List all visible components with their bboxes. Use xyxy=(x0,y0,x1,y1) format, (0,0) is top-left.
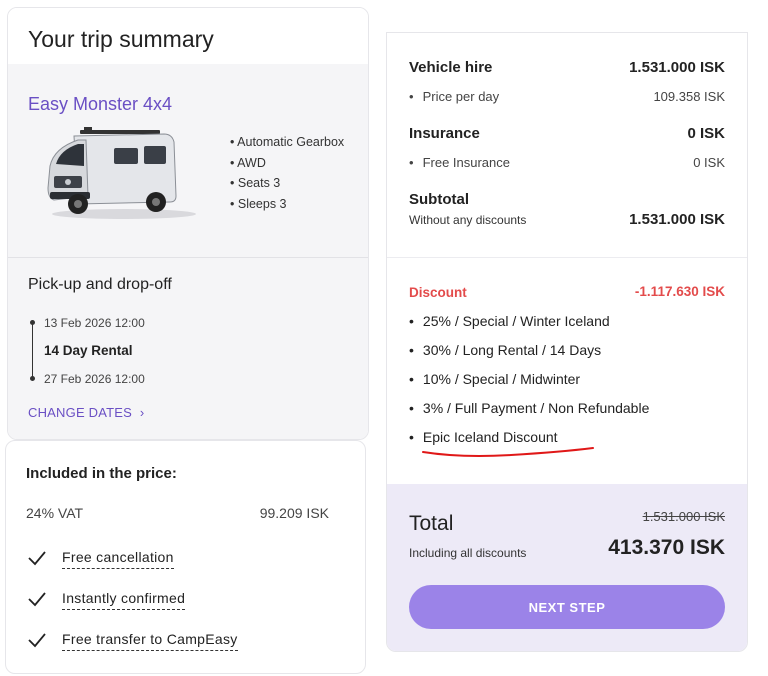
vehicle-hire-value: 1.531.000 ISK xyxy=(629,59,725,76)
dropoff-datetime: 27 Feb 2026 12:00 xyxy=(44,372,145,386)
insurance-label: Insurance xyxy=(409,125,480,142)
red-underline-annotation xyxy=(422,447,594,457)
trip-summary-title: Your trip summary xyxy=(28,26,214,52)
divider xyxy=(387,257,747,258)
free-insurance-row: Free Insurance 0 ISK xyxy=(409,155,725,170)
vat-label: 24% VAT xyxy=(26,505,84,521)
vehicle-features: • Automatic Gearbox • AWD • Seats 3 • Sl… xyxy=(230,132,350,214)
subtotal-value: 1.531.000 ISK xyxy=(629,211,725,228)
trip-summary-body: Easy Monster 4x4 • Automatic Gearbox • A… xyxy=(8,64,368,439)
feature-item: • AWD xyxy=(230,155,266,170)
chevron-right-icon: › xyxy=(139,405,145,420)
perk-label: Free transfer to CampEasy xyxy=(62,631,238,651)
original-total: 1.531.000 ISK xyxy=(642,509,725,524)
perk-label: Instantly confirmed xyxy=(62,590,186,610)
timeline-dot xyxy=(30,376,35,381)
feature-item: • Sleeps 3 xyxy=(230,196,287,211)
insurance-row: Insurance 0 ISK xyxy=(409,125,725,142)
vat-value: 99.209 ISK xyxy=(259,505,329,521)
total-label: Total xyxy=(409,512,454,535)
discount-item: 10% / Special / Midwinter xyxy=(409,371,725,387)
timeline-dot xyxy=(30,320,35,325)
price-per-day-row: Price per day 109.358 ISK xyxy=(409,89,725,104)
feature-item: • Automatic Gearbox xyxy=(230,135,345,149)
price-per-day-value: 109.358 ISK xyxy=(653,89,725,104)
rental-timeline: 13 Feb 2026 12:00 14 Day Rental 27 Feb 2… xyxy=(30,316,330,386)
trip-summary-header: Your trip summary xyxy=(8,8,368,65)
free-insurance-label: Free Insurance xyxy=(409,155,510,170)
timeline-line xyxy=(32,322,33,380)
vehicle-image xyxy=(47,127,196,219)
vehicle-name: Easy Monster 4x4 xyxy=(28,94,173,114)
discount-item: 3% / Full Payment / Non Refundable xyxy=(409,400,725,416)
included-card: Included in the price: 24% VAT 99.209 IS… xyxy=(5,440,366,674)
vehicle-hire-row: Vehicle hire 1.531.000 ISK xyxy=(409,59,725,76)
discount-item: Epic Iceland Discount xyxy=(409,429,725,445)
pickup-datetime: 13 Feb 2026 12:00 xyxy=(44,316,145,330)
discount-value: -1.117.630 ISK xyxy=(634,284,725,299)
feature-item: • Seats 3 xyxy=(230,176,281,190)
perk-label: Free cancellation xyxy=(62,549,174,569)
trip-summary-card: Your trip summary Easy Monster 4x4 • Aut… xyxy=(7,7,369,440)
next-step-button[interactable]: NEXT STEP xyxy=(409,585,725,629)
change-dates-link[interactable]: CHANGE DATES › xyxy=(28,405,144,420)
vehicle-hire-label: Vehicle hire xyxy=(409,59,493,76)
total-section: Total Including all discounts 1.531.000 … xyxy=(387,484,747,651)
check-icon xyxy=(28,592,46,607)
divider xyxy=(8,257,368,258)
free-insurance-value: 0 ISK xyxy=(693,155,725,170)
discount-label: Discount xyxy=(409,285,467,300)
discount-row: Discount -1.117.630 ISK xyxy=(409,284,725,302)
total-value: 413.370 ISK xyxy=(608,536,725,559)
discount-item: 30% / Long Rental / 14 Days xyxy=(409,342,725,358)
included-title: Included in the price: xyxy=(26,465,177,482)
check-icon xyxy=(28,633,46,648)
rental-length: 14 Day Rental xyxy=(44,343,133,358)
price-per-day-label: Price per day xyxy=(409,89,499,104)
check-icon xyxy=(28,551,46,566)
price-breakdown-card: Vehicle hire 1.531.000 ISK Price per day… xyxy=(386,32,748,652)
insurance-value: 0 ISK xyxy=(687,125,725,142)
total-sub: Including all discounts xyxy=(409,546,527,560)
change-dates-label: CHANGE DATES xyxy=(28,405,133,420)
subtotal-label: Subtotal xyxy=(409,191,469,208)
pickup-dropoff-title: Pick-up and drop-off xyxy=(28,276,172,293)
discount-item: 25% / Special / Winter Iceland xyxy=(409,313,725,329)
